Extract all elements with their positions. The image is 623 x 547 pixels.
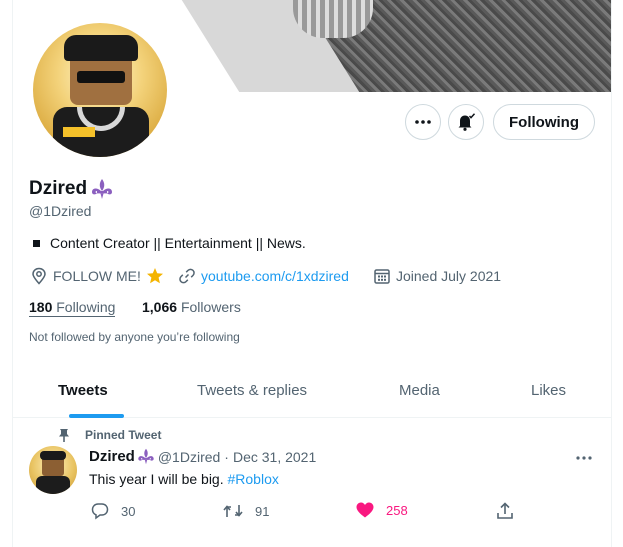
location-pin-icon bbox=[32, 267, 46, 285]
more-options-button[interactable] bbox=[405, 104, 441, 140]
location-text: FOLLOW ME! bbox=[53, 268, 141, 284]
avatar-glasses bbox=[77, 71, 125, 83]
tweet-hashtag[interactable]: #Roblox bbox=[228, 471, 279, 487]
avatar-hair bbox=[64, 35, 138, 61]
more-horizontal-icon bbox=[415, 120, 431, 124]
followers-count-link[interactable]: 1,066 Followers bbox=[142, 299, 241, 315]
followers-count: 1,066 bbox=[142, 299, 178, 315]
retweet-icon bbox=[223, 505, 243, 517]
fleur-de-lis-icon bbox=[92, 179, 113, 199]
avatar-shirt-logo bbox=[63, 127, 95, 137]
profile-display-name: Dzired bbox=[29, 178, 115, 200]
tab-tweets[interactable]: Tweets bbox=[58, 382, 108, 399]
star-emoji-icon bbox=[146, 268, 163, 284]
pin-icon bbox=[59, 429, 69, 442]
more-horizontal-icon bbox=[576, 456, 592, 460]
tweet-date[interactable]: Dec 31, 2021 bbox=[233, 449, 316, 465]
tweet-author-handle[interactable]: @1Dzired bbox=[158, 449, 220, 465]
active-tab-indicator bbox=[69, 414, 124, 418]
tweet-header: Dzired @1Dzired · Dec 31, 2021 bbox=[89, 448, 316, 465]
profile-handle: @1Dzired bbox=[29, 203, 92, 219]
not-followed-note: Not followed by anyone you’re following bbox=[29, 330, 240, 344]
tab-likes[interactable]: Likes bbox=[531, 382, 566, 399]
link-icon bbox=[179, 268, 195, 284]
profile-page: Following Dzired @1Dzired Content Creato… bbox=[0, 0, 623, 547]
joined-text: Joined July 2021 bbox=[396, 268, 502, 284]
profile-avatar[interactable] bbox=[33, 23, 167, 157]
share-icon bbox=[497, 502, 513, 519]
reply-icon bbox=[91, 503, 109, 520]
pinned-text: Pinned Tweet bbox=[85, 428, 162, 442]
following-count: 180 bbox=[29, 299, 53, 315]
followers-label: Followers bbox=[180, 299, 241, 315]
tab-media[interactable]: Media bbox=[399, 382, 440, 399]
bell-check-icon bbox=[458, 113, 476, 131]
notifications-button[interactable] bbox=[448, 104, 484, 140]
retweet-count: 91 bbox=[255, 503, 270, 519]
reply-count: 30 bbox=[121, 503, 136, 519]
tweet-body: This year I will be big. bbox=[89, 471, 224, 487]
website-link[interactable]: youtube.com/c/1xdzired bbox=[201, 268, 349, 284]
bio-text: Content Creator || Entertainment || News… bbox=[50, 235, 306, 251]
following-count-link[interactable]: 180 Following bbox=[29, 299, 116, 317]
tweet-separator: · bbox=[224, 448, 229, 465]
tweet-author-avatar[interactable] bbox=[29, 446, 77, 494]
following-label: Following bbox=[56, 299, 116, 315]
tweet-avatar-body bbox=[36, 476, 70, 494]
tweet-text: This year I will be big. #Roblox bbox=[89, 471, 279, 487]
profile-joined-date: Joined July 2021 bbox=[373, 267, 501, 285]
tweet-avatar-hair bbox=[40, 451, 66, 460]
pinned-tweet-label: Pinned Tweet bbox=[59, 427, 162, 443]
like-count: 258 bbox=[386, 502, 408, 518]
display-name-text: Dzired bbox=[29, 178, 88, 199]
tab-tweets-replies[interactable]: Tweets & replies bbox=[197, 382, 307, 399]
reply-button[interactable]: 30 bbox=[91, 502, 135, 520]
profile-location: FOLLOW ME! bbox=[30, 267, 169, 285]
bullet-square-icon bbox=[33, 239, 40, 247]
like-button[interactable]: 258 bbox=[356, 502, 408, 518]
tweet-author-name[interactable]: Dzired bbox=[89, 448, 135, 465]
profile-bio: Content Creator || Entertainment || News… bbox=[33, 235, 306, 251]
tweet-more-button[interactable] bbox=[576, 447, 592, 465]
fleur-de-lis-icon bbox=[138, 448, 154, 465]
retweet-button[interactable]: 91 bbox=[223, 502, 269, 520]
share-button[interactable] bbox=[496, 502, 526, 520]
heart-filled-icon bbox=[356, 502, 374, 518]
column-border-right bbox=[611, 0, 612, 547]
profile-website[interactable]: youtube.com/c/1xdzired bbox=[178, 267, 349, 285]
profile-tabs: Tweets Tweets & replies Media Likes bbox=[13, 372, 611, 418]
following-button[interactable]: Following bbox=[493, 104, 595, 140]
calendar-icon bbox=[374, 269, 390, 284]
